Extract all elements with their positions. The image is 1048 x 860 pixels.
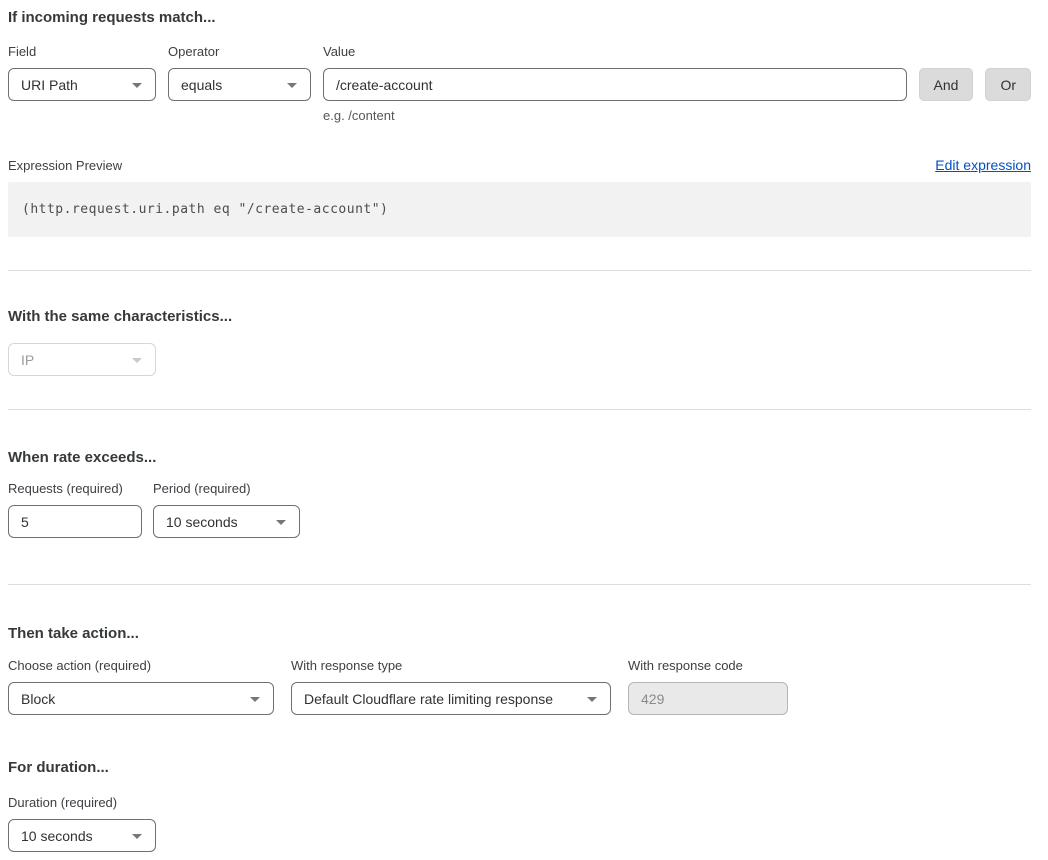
expression-preview-label: Expression Preview — [8, 157, 122, 175]
section-action: Then take action... Choose action (requi… — [8, 624, 1031, 715]
field-select[interactable]: URI Path — [8, 68, 156, 101]
operator-column: Operator equals — [168, 43, 311, 125]
section-heading-characteristics: With the same characteristics... — [8, 307, 1031, 327]
expression-preview-box: (http.request.uri.path eq "/create-accou… — [8, 182, 1031, 237]
field-label: Field — [8, 43, 156, 61]
response-type-select-value: Default Cloudflare rate limiting respons… — [304, 691, 553, 707]
duration-select-value: 10 seconds — [21, 828, 93, 844]
or-button[interactable]: Or — [985, 68, 1031, 101]
logic-buttons: And Or — [919, 43, 1031, 125]
section-heading-rate: When rate exceeds... — [8, 448, 1031, 468]
period-select-value: 10 seconds — [166, 514, 238, 530]
characteristic-select-value: IP — [21, 352, 34, 368]
section-incoming-requests: If incoming requests match... Field URI … — [8, 8, 1031, 237]
section-divider — [8, 409, 1031, 410]
chevron-down-icon — [132, 834, 142, 839]
response-type-column: With response type Default Cloudflare ra… — [291, 657, 611, 715]
chevron-down-icon — [287, 83, 297, 88]
requests-label: Requests (required) — [8, 480, 142, 498]
period-label: Period (required) — [153, 480, 300, 498]
section-characteristics: With the same characteristics... IP — [8, 307, 1031, 376]
chevron-down-icon — [250, 697, 260, 702]
value-helper-text: e.g. /content — [323, 107, 907, 125]
requests-input[interactable] — [8, 505, 142, 538]
and-button[interactable]: And — [919, 68, 974, 101]
expression-preview-block: Expression Preview Edit expression (http… — [8, 157, 1031, 237]
operator-select[interactable]: equals — [168, 68, 311, 101]
choose-action-column: Choose action (required) Block — [8, 657, 274, 715]
section-rate: When rate exceeds... Requests (required)… — [8, 448, 1031, 538]
duration-select[interactable]: 10 seconds — [8, 819, 156, 852]
section-heading-action: Then take action... — [8, 624, 1031, 644]
choose-action-select-value: Block — [21, 691, 55, 707]
chevron-down-icon — [587, 697, 597, 702]
value-column: Value e.g. /content — [323, 43, 907, 125]
operator-select-value: equals — [181, 77, 222, 93]
expression-preview-header: Expression Preview Edit expression — [8, 157, 1031, 175]
section-duration: For duration... Duration (required) 10 s… — [8, 758, 1031, 852]
period-select[interactable]: 10 seconds — [153, 505, 300, 538]
response-code-input — [628, 682, 788, 715]
field-column: Field URI Path — [8, 43, 156, 125]
field-select-value: URI Path — [21, 77, 78, 93]
response-code-label: With response code — [628, 657, 788, 675]
expression-code: (http.request.uri.path eq "/create-accou… — [22, 202, 388, 217]
response-code-column: With response code — [628, 657, 788, 715]
chevron-down-icon — [132, 83, 142, 88]
value-input[interactable] — [323, 68, 907, 101]
value-label: Value — [323, 43, 907, 61]
requests-column: Requests (required) — [8, 480, 142, 538]
choose-action-select[interactable]: Block — [8, 682, 274, 715]
section-divider — [8, 584, 1031, 585]
rate-row: Requests (required) Period (required) 10… — [8, 480, 1031, 538]
section-heading-match: If incoming requests match... — [8, 8, 1031, 28]
section-divider — [8, 270, 1031, 271]
duration-label: Duration (required) — [8, 794, 156, 812]
response-type-select[interactable]: Default Cloudflare rate limiting respons… — [291, 682, 611, 715]
characteristic-select: IP — [8, 343, 156, 376]
action-row: Choose action (required) Block With resp… — [8, 657, 1031, 715]
section-heading-duration: For duration... — [8, 758, 1031, 778]
operator-label: Operator — [168, 43, 311, 61]
match-condition-row: Field URI Path Operator equals Value e.g… — [8, 43, 1031, 125]
choose-action-label: Choose action (required) — [8, 657, 274, 675]
chevron-down-icon — [276, 520, 286, 525]
response-type-label: With response type — [291, 657, 611, 675]
period-column: Period (required) 10 seconds — [153, 480, 300, 538]
chevron-down-icon — [132, 358, 142, 363]
edit-expression-link[interactable]: Edit expression — [935, 157, 1031, 173]
duration-column: Duration (required) 10 seconds — [8, 794, 156, 852]
